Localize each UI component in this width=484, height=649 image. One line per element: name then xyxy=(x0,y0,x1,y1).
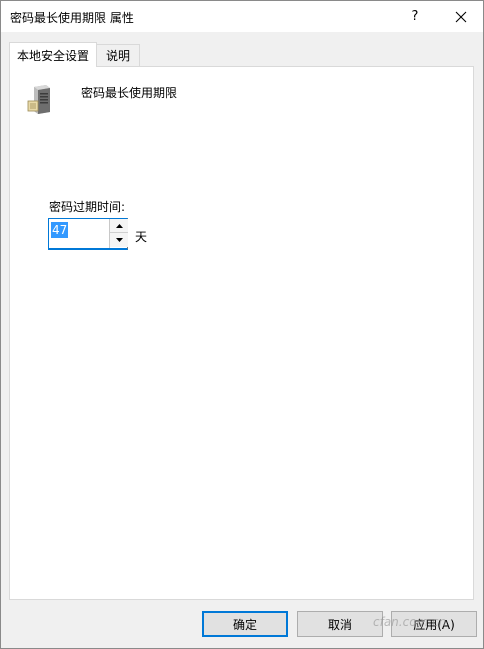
tab-explain[interactable]: 说明 xyxy=(97,44,140,66)
ok-label: 确定 xyxy=(232,617,257,632)
tab-strip: 本地安全设置 说明 xyxy=(9,42,475,67)
title-bar[interactable]: 密码最长使用期限 属性 ? xyxy=(1,1,483,32)
arrow-down-icon xyxy=(115,238,123,242)
cancel-button[interactable]: 取消 xyxy=(297,611,383,637)
unit-label: 天 xyxy=(135,230,148,244)
tab-label: 本地安全设置 xyxy=(16,48,89,63)
tab-label: 说明 xyxy=(105,49,130,63)
tab-local-security-setting[interactable]: 本地安全设置 xyxy=(9,42,97,67)
properties-dialog: 密码最长使用期限 属性 ? 本地安全设置 说明 密码最长使用期限 密码过期时间:… xyxy=(0,0,484,649)
ok-button[interactable]: 确定 xyxy=(202,611,288,637)
close-icon xyxy=(455,11,467,22)
policy-name: 密码最长使用期限 xyxy=(81,86,178,100)
server-icon xyxy=(27,85,50,114)
expiration-input[interactable]: 47 xyxy=(51,222,69,238)
apply-label: 应用(A) xyxy=(413,617,455,632)
expiration-label: 密码过期时间: xyxy=(49,200,126,214)
spin-up-button[interactable] xyxy=(110,219,128,233)
apply-button[interactable]: 应用(A) xyxy=(391,611,477,637)
close-button[interactable] xyxy=(443,1,479,32)
tab-panel: 密码最长使用期限 密码过期时间: 47 天 xyxy=(9,66,474,600)
cancel-label: 取消 xyxy=(327,617,352,632)
help-icon: ? xyxy=(411,9,419,24)
arrow-up-icon xyxy=(115,223,123,228)
expiration-spinbox[interactable]: 47 xyxy=(48,218,128,250)
window-title: 密码最长使用期限 属性 xyxy=(10,11,134,25)
help-button[interactable]: ? xyxy=(397,1,433,32)
spin-down-button[interactable] xyxy=(110,233,128,247)
spin-buttons xyxy=(109,219,128,248)
